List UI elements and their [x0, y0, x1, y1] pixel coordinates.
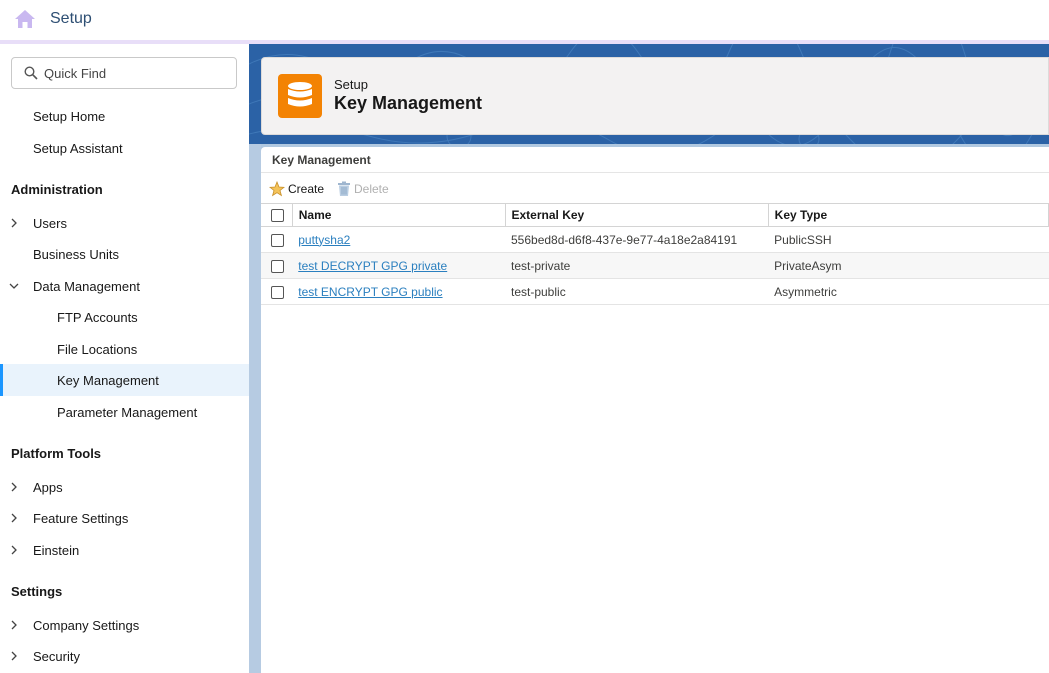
panel-title: Key Management — [272, 153, 371, 167]
table-header-row: Name External Key Key Type — [261, 203, 1049, 227]
nav-business-units[interactable]: Business Units — [0, 238, 249, 270]
nav-label: Feature Settings — [33, 510, 129, 526]
row-select-cell — [261, 252, 293, 279]
nav-einstein[interactable]: Einstein — [0, 534, 249, 566]
external-key-cell: 556bed8d-d6f8-437e-9e77-4a18e2a84191 — [505, 226, 769, 253]
keys-table: Name External Key Key Type puttysha2 556… — [261, 203, 1049, 305]
nav-parameter-management[interactable]: Parameter Management — [0, 396, 249, 428]
nav-label: Data Management — [33, 278, 140, 294]
toolbar: Create Delete — [261, 173, 1049, 203]
chevron-right-icon — [11, 620, 17, 630]
row-select-cell — [261, 278, 293, 305]
nav-label: Business Units — [33, 246, 119, 262]
row-checkbox[interactable] — [271, 285, 284, 299]
name-cell: test ENCRYPT GPG public — [292, 278, 505, 305]
nav-label: Einstein — [33, 542, 80, 558]
external-key-cell: test-private — [505, 252, 769, 279]
nav-label: Users — [33, 215, 67, 231]
chevron-down-icon — [9, 283, 19, 289]
chevron-right-icon — [11, 513, 17, 523]
delete-button[interactable]: Delete — [337, 181, 389, 197]
key-name-link[interactable]: puttysha2 — [298, 233, 350, 247]
nav-setup-home[interactable]: Setup Home — [0, 100, 249, 132]
row-select-cell — [261, 226, 293, 253]
section-platform-tools: Platform Tools — [11, 446, 102, 461]
quick-find[interactable] — [11, 57, 237, 89]
select-all-checkbox[interactable] — [271, 209, 284, 223]
column-header-name[interactable]: Name — [292, 203, 506, 227]
nav-label: Setup Assistant — [33, 140, 123, 156]
page-header: Setup Key Management — [261, 57, 1049, 135]
nav-label: Apps — [33, 479, 63, 495]
page-gutter — [249, 144, 261, 673]
star-icon — [269, 181, 285, 197]
name-cell: test DECRYPT GPG private — [292, 252, 505, 279]
nav-label: Parameter Management — [57, 404, 198, 420]
nav-data-management[interactable]: Data Management — [0, 270, 249, 302]
key-type-cell: PrivateAsym — [768, 252, 1049, 279]
search-icon — [24, 66, 38, 80]
page-header-subtitle: Setup — [334, 77, 368, 92]
chevron-right-icon — [11, 545, 17, 555]
key-type-cell: Asymmetric — [768, 278, 1049, 305]
nav-label: File Locations — [57, 341, 138, 357]
nav-security[interactable]: Security — [0, 640, 249, 672]
nav-company-settings[interactable]: Company Settings — [0, 609, 249, 641]
external-key-cell: test-public — [505, 278, 769, 305]
table-row: test DECRYPT GPG private test-private Pr… — [261, 252, 1049, 279]
chevron-right-icon — [11, 482, 17, 492]
row-checkbox[interactable] — [271, 233, 284, 247]
chevron-right-icon — [11, 218, 17, 228]
nav-ftp-accounts[interactable]: FTP Accounts — [0, 301, 249, 333]
main-region: Setup Key Management Key Management Crea… — [249, 44, 1049, 673]
create-button[interactable]: Create — [269, 181, 324, 197]
nav-file-locations[interactable]: File Locations — [0, 333, 249, 365]
section-settings: Settings — [11, 584, 63, 599]
create-label: Create — [288, 182, 325, 196]
nav-setup-assistant[interactable]: Setup Assistant — [0, 132, 249, 164]
table-row: puttysha2 556bed8d-d6f8-437e-9e77-4a18e2… — [261, 226, 1049, 253]
delete-label: Delete — [354, 182, 389, 196]
global-header: Setup — [0, 0, 1049, 40]
section-administration: Administration — [11, 182, 103, 197]
nav-label: Key Management — [57, 372, 159, 388]
setup-sidebar: Setup Home Setup Assistant Administratio… — [0, 44, 249, 673]
column-header-external-key[interactable]: External Key — [505, 203, 769, 227]
key-type-cell: PublicSSH — [768, 226, 1049, 253]
key-name-link[interactable]: test ENCRYPT GPG public — [298, 285, 442, 299]
nav-key-management[interactable]: Key Management — [0, 364, 249, 396]
nav-feature-settings[interactable]: Feature Settings — [0, 502, 249, 534]
column-header-key-type[interactable]: Key Type — [768, 203, 1049, 227]
chevron-right-icon — [11, 651, 17, 661]
trash-icon — [338, 181, 350, 196]
key-management-panel: Key Management Create Delete Name Extern… — [261, 147, 1049, 673]
app-title[interactable]: Setup — [50, 10, 92, 28]
key-name-link[interactable]: test DECRYPT GPG private — [298, 259, 447, 273]
select-all-cell — [261, 203, 293, 227]
nav-apps[interactable]: Apps — [0, 471, 249, 503]
page-title: Key Management — [334, 93, 483, 113]
nav-label: Company Settings — [33, 617, 140, 633]
name-cell: puttysha2 — [292, 226, 505, 253]
database-icon — [278, 74, 322, 118]
quick-find-input[interactable] — [44, 63, 229, 83]
row-checkbox[interactable] — [271, 259, 284, 273]
nav-label: FTP Accounts — [57, 309, 138, 325]
table-row: test ENCRYPT GPG public test-public Asym… — [261, 278, 1049, 305]
nav-label: Setup Home — [33, 108, 106, 124]
home-icon[interactable] — [14, 9, 36, 29]
nav-label: Security — [33, 648, 80, 664]
nav-users[interactable]: Users — [0, 207, 249, 239]
